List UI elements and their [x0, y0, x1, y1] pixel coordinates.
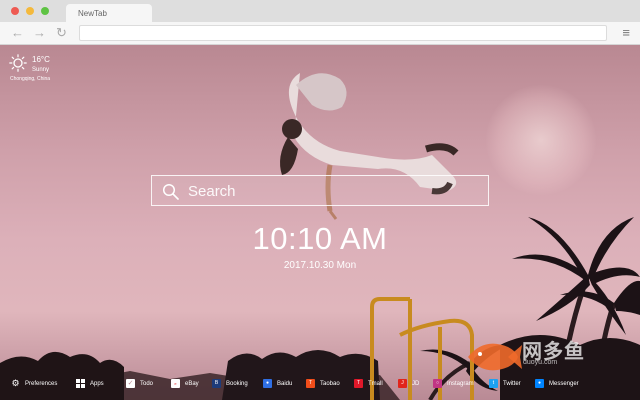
shortcut-label: Baidu	[277, 380, 293, 387]
new-tab-page: 16°C Sunny Chongqing, China 10:10 AM 201…	[0, 45, 640, 400]
shortcut-tmall[interactable]: T Tmall	[354, 378, 383, 389]
weather-condition: Sunny	[32, 67, 50, 73]
ebay-icon: e	[171, 379, 180, 388]
browser-toolbar: ← → ↻ ≡	[0, 22, 640, 45]
shortcut-taobao[interactable]: T Taobao	[306, 378, 340, 389]
weather-location: Chongqing, China	[10, 76, 51, 82]
maximize-window-button[interactable]	[41, 7, 49, 15]
apps-label: Apps	[90, 380, 104, 387]
booking-icon: B	[212, 379, 221, 388]
back-arrow-icon[interactable]: ←	[11, 25, 24, 41]
apps-button[interactable]: Apps	[76, 378, 104, 389]
jd-icon: J	[398, 379, 407, 388]
shortcut-baidu[interactable]: ● Baidu	[263, 378, 292, 389]
preferences-button[interactable]: ⚙ Preferences	[11, 378, 57, 389]
shortcut-label: JD	[412, 380, 420, 387]
clock-time: 10:10 AM	[252, 221, 388, 256]
instagram-icon: ○	[433, 379, 442, 388]
close-window-button[interactable]	[11, 7, 19, 15]
shortcut-ebay[interactable]: e eBay	[171, 378, 199, 389]
shortcut-jd[interactable]: J JD	[398, 378, 419, 389]
search-box[interactable]	[151, 175, 489, 206]
forward-arrow-icon[interactable]: →	[33, 25, 46, 41]
shortcut-instagram[interactable]: ○ Instagram	[433, 378, 474, 389]
search-input[interactable]	[188, 180, 478, 202]
shortcut-label: Twitter	[503, 380, 521, 387]
gear-icon: ⚙	[11, 378, 20, 388]
shortcut-label: Messenger	[549, 380, 579, 387]
minimize-window-button[interactable]	[26, 7, 34, 15]
shortcut-booking[interactable]: B Booking	[212, 378, 248, 389]
taobao-icon: T	[306, 379, 315, 388]
todo-label: Todo	[140, 380, 154, 387]
preferences-label: Preferences	[25, 380, 58, 387]
shortcut-label: eBay	[185, 380, 199, 387]
shortcut-label: Taobao	[320, 380, 340, 387]
address-bar[interactable]	[79, 25, 607, 41]
tab-title: NewTab	[78, 9, 107, 18]
twitter-icon: t	[489, 379, 498, 388]
todo-button[interactable]: ✓ Todo	[126, 378, 153, 389]
browser-tab[interactable]: NewTab	[66, 4, 152, 22]
tmall-icon: T	[354, 379, 363, 388]
checkbox-icon: ✓	[126, 379, 135, 388]
bottom-bar: ⚙ Preferences Apps ✓ Todo e eBay B Booki…	[0, 372, 640, 394]
shortcut-twitter[interactable]: t Twitter	[489, 378, 521, 389]
browser-tab-bar: NewTab	[0, 0, 640, 22]
shortcut-label: Booking	[226, 380, 248, 387]
watermark-subtext: duoyu.com	[523, 359, 558, 366]
shortcut-label: Instagram	[447, 380, 474, 387]
sun-icon	[9, 54, 27, 72]
menu-icon[interactable]: ≡	[622, 25, 630, 41]
shortcut-label: Tmall	[368, 380, 383, 387]
messenger-icon: ●	[535, 379, 544, 388]
shortcut-messenger[interactable]: ● Messenger	[535, 378, 579, 389]
weather-temperature: 16°C	[32, 55, 50, 64]
search-icon[interactable]	[162, 183, 179, 200]
baidu-icon: ●	[263, 379, 272, 388]
grid-icon	[76, 379, 85, 388]
reload-icon[interactable]: ↻	[56, 25, 67, 41]
clock-date: 2017.10.30 Mon	[283, 260, 357, 271]
